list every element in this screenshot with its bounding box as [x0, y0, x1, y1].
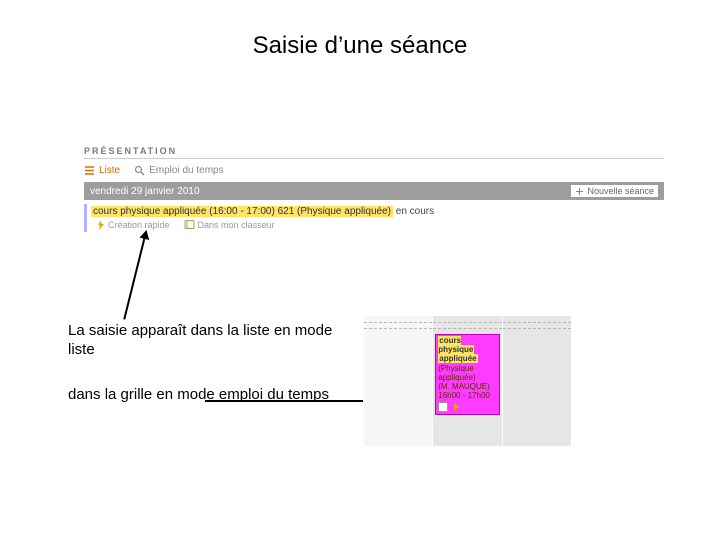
timetable-col [502, 316, 571, 446]
arrow-to-list [123, 232, 147, 320]
timetable-col [363, 316, 432, 446]
event-teacher: (M. MAUQUE) [438, 382, 496, 391]
event-title-line1: cours physique [438, 336, 474, 354]
event-subject: (Physique appliquée) [438, 364, 496, 382]
date-bar: vendredi 29 janvier 2010 Nouvelle séance [84, 182, 664, 200]
binder-icon [184, 219, 195, 230]
event-footer [438, 402, 496, 412]
list-panel: PRÉSENTATION Liste Emploi du temps vendr… [84, 146, 664, 232]
plus-icon [575, 187, 584, 196]
checkbox-icon[interactable] [438, 402, 448, 412]
session-actions: Création rapide Dans mon classeur [91, 219, 660, 230]
grid-line [364, 328, 432, 329]
slide-title: Saisie d’une séance [0, 32, 720, 60]
caption-grid-mode: dans la grille en mode emploi du temps [68, 386, 338, 405]
session-title: cours physique appliquée (16:00 - 17:00)… [91, 206, 393, 217]
timetable-col-empty [571, 316, 639, 446]
caption-list-mode: La saisie apparaît dans la liste en mode… [68, 322, 338, 360]
date-text: vendredi 29 janvier 2010 [90, 186, 200, 197]
grid-line [503, 328, 571, 329]
list-icon [84, 165, 95, 176]
tab-list[interactable]: Liste [84, 165, 120, 176]
tab-timetable-label: Emploi du temps [149, 165, 223, 176]
grid-line [503, 322, 571, 323]
timetable-col: cours physique appliquée (Physique appli… [432, 316, 501, 446]
timetable-panel: cours physique appliquée (Physique appli… [363, 316, 639, 446]
event-title-line2: appliquée [438, 354, 477, 363]
timetable-event[interactable]: cours physique appliquée (Physique appli… [435, 334, 499, 415]
bolt-icon [97, 220, 105, 230]
session-row[interactable]: cours physique appliquée (16:00 - 17:00)… [84, 204, 664, 232]
new-session-button[interactable]: Nouvelle séance [571, 185, 658, 197]
grid-line [433, 322, 501, 323]
quick-create-label: Création rapide [108, 220, 170, 230]
grid-line [364, 322, 432, 323]
quick-create-action[interactable]: Création rapide [97, 219, 170, 230]
session-status: en cours [396, 206, 434, 217]
new-session-label: Nouvelle séance [587, 186, 654, 196]
grid-line [433, 328, 501, 329]
view-tabs: Liste Emploi du temps [84, 163, 664, 182]
magnifier-icon [134, 165, 145, 176]
binder-label: Dans mon classeur [198, 220, 275, 230]
bolt-icon [452, 402, 460, 412]
tab-timetable[interactable]: Emploi du temps [134, 165, 223, 176]
tab-list-label: Liste [99, 165, 120, 176]
presentation-header: PRÉSENTATION [84, 146, 664, 159]
event-time: 16h00 - 17h00 [438, 391, 496, 400]
binder-action[interactable]: Dans mon classeur [184, 219, 275, 230]
